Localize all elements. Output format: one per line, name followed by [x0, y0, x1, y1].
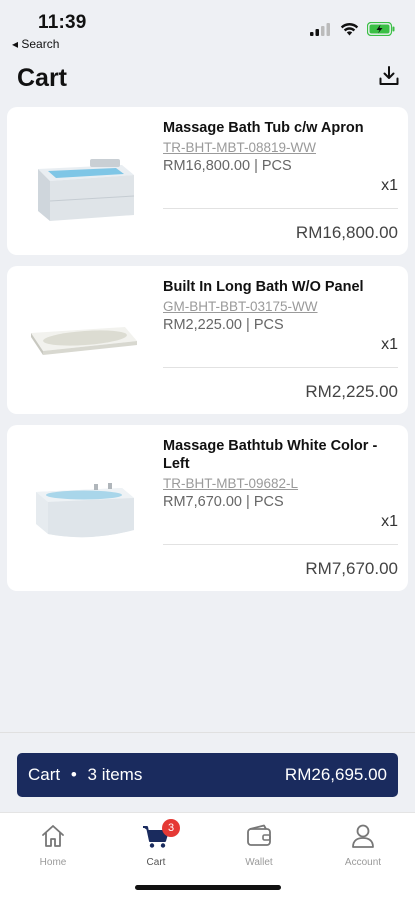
item-total: RM16,800.00: [295, 223, 398, 242]
tab-label: Home: [39, 857, 67, 868]
item-unit-price: RM16,800.00 | PCS: [163, 158, 292, 174]
tab-wallet[interactable]: Wallet: [224, 821, 294, 868]
back-to-search-link[interactable]: ◂ Search: [12, 37, 59, 51]
status-icons: [310, 22, 395, 36]
cart-summary-area: Cart • 3 items RM26,695.00: [0, 732, 415, 812]
checkout-button[interactable]: Cart • 3 items RM26,695.00: [17, 753, 398, 797]
item-info: Built In Long Bath W/O Panel GM-BHT-BBT-…: [163, 278, 398, 334]
tab-label: Wallet: [245, 857, 273, 868]
item-info: Massage Bathtub White Color - Left TR-BH…: [163, 437, 398, 511]
cart-bar-separator: •: [70, 765, 77, 784]
item-quantity: x1: [381, 177, 398, 194]
battery-icon: [367, 22, 395, 36]
tab-label: Account: [344, 857, 382, 868]
item-unit-price: RM7,670.00 | PCS: [163, 494, 284, 510]
wallet-icon: [247, 824, 271, 846]
cart-total: RM26,695.00: [284, 765, 387, 784]
cart-item-count: 3 items: [87, 765, 143, 784]
product-image: [17, 453, 152, 563]
cart-item[interactable]: Massage Bathtub White Color - Left TR-BH…: [7, 425, 408, 591]
download-icon: [379, 66, 399, 85]
item-name: Massage Bath Tub c/w Apron: [163, 120, 364, 136]
item-name: Built In Long Bath W/O Panel: [163, 279, 364, 295]
item-code-link[interactable]: TR-BHT-MBT-08819-WW: [163, 139, 398, 157]
item-total: RM2,225.00: [305, 382, 398, 401]
tab-cart[interactable]: 3 Cart: [121, 819, 191, 868]
tab-account[interactable]: Account: [328, 821, 398, 868]
cart-bar-label: Cart: [28, 765, 61, 784]
product-image: [17, 286, 152, 396]
download-button[interactable]: [375, 62, 403, 90]
cart-item[interactable]: Massage Bath Tub c/w Apron TR-BHT-MBT-08…: [7, 107, 408, 255]
cart-badge: 3: [162, 819, 180, 837]
account-icon: [352, 824, 374, 848]
divider: [163, 367, 398, 368]
page-header: Cart: [0, 60, 415, 102]
item-total: RM7,670.00: [305, 559, 398, 578]
item-unit-price: RM2,225.00 | PCS: [163, 317, 284, 333]
status-bar: 11:39 ◂ Search: [0, 0, 415, 60]
item-info: Massage Bath Tub c/w Apron TR-BHT-MBT-08…: [163, 119, 398, 175]
tab-label: Cart: [146, 857, 166, 868]
cart-summary-left: Cart • 3 items: [28, 765, 142, 785]
home-indicator: [135, 885, 281, 890]
tab-home[interactable]: Home: [18, 821, 88, 868]
status-time: 11:39: [38, 12, 87, 33]
product-image: [17, 127, 152, 237]
item-code-link[interactable]: TR-BHT-MBT-09682-L: [163, 475, 398, 493]
wifi-icon: [340, 22, 359, 36]
page-title: Cart: [17, 64, 68, 92]
signal-icon: [310, 22, 330, 36]
cart-item[interactable]: Built In Long Bath W/O Panel GM-BHT-BBT-…: [7, 266, 408, 414]
cart-item-list: Massage Bath Tub c/w Apron TR-BHT-MBT-08…: [7, 107, 408, 602]
item-quantity: x1: [381, 336, 398, 353]
item-quantity: x1: [381, 513, 398, 530]
item-code-link[interactable]: GM-BHT-BBT-03175-WW: [163, 298, 398, 316]
divider: [163, 208, 398, 209]
item-name: Massage Bathtub White Color - Left: [163, 438, 378, 472]
home-icon: [42, 825, 64, 847]
divider: [163, 544, 398, 545]
